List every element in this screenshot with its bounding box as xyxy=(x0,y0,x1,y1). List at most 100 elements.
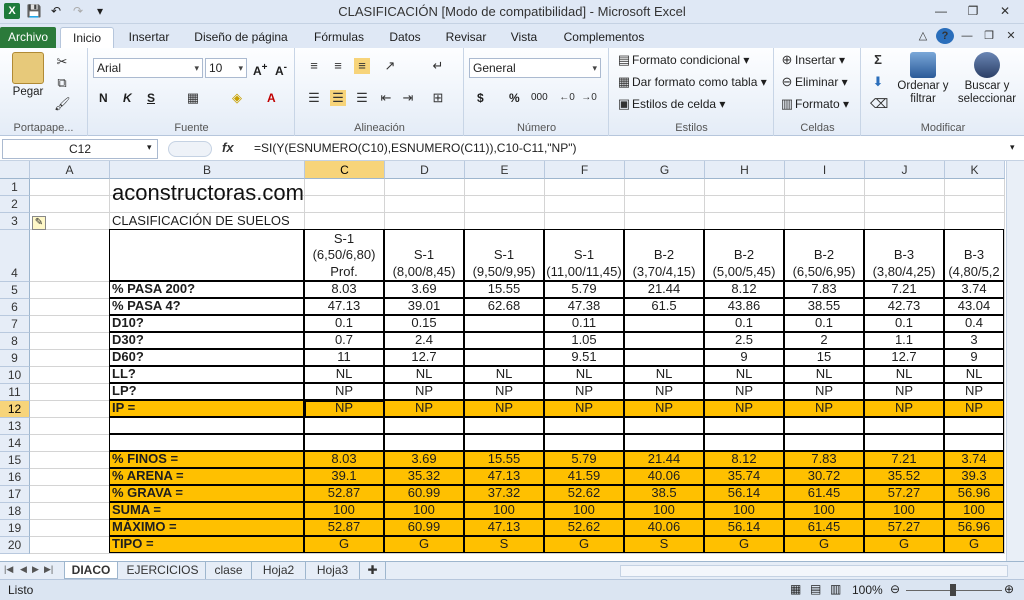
sheet-title-cell[interactable]: CLASIFICACIÓN DE SUELOS xyxy=(110,213,305,230)
shrink-font-button[interactable]: A- xyxy=(275,60,287,79)
percent-button[interactable]: % xyxy=(509,90,520,106)
grid-cell[interactable] xyxy=(30,452,110,469)
value-cell[interactable]: 62.68 xyxy=(464,298,544,315)
row-header-14[interactable]: 14 xyxy=(0,435,30,452)
value-cell[interactable]: 7.21 xyxy=(864,451,944,468)
row-label-8[interactable]: D30? xyxy=(109,332,304,349)
row-header-3[interactable]: 3 xyxy=(0,213,30,230)
row-header-16[interactable]: 16 xyxy=(0,469,30,486)
restore-button[interactable]: ❐ xyxy=(958,2,988,20)
grid-cell[interactable] xyxy=(705,196,785,213)
row-header-13[interactable]: 13 xyxy=(0,418,30,435)
value-cell[interactable]: 8.03 xyxy=(304,281,384,298)
row-header-5[interactable]: 5 xyxy=(0,282,30,299)
cell-styles-button[interactable]: ▣ Estilos de celda ▾ xyxy=(616,96,726,112)
value-cell[interactable]: 56.96 xyxy=(944,485,1004,502)
empty-cell[interactable] xyxy=(109,417,304,434)
align-top-icon[interactable]: ≡ xyxy=(306,58,322,74)
number-format-select[interactable]: General xyxy=(469,58,601,78)
close-button[interactable]: ✕ xyxy=(990,2,1020,20)
value-cell[interactable]: NP xyxy=(544,383,624,400)
font-color-button[interactable]: A xyxy=(267,90,276,106)
sheet-tab-hoja2[interactable]: Hoja2 xyxy=(252,562,306,579)
decrease-indent-icon[interactable]: ⇤ xyxy=(378,90,394,106)
value-cell[interactable]: 12.7 xyxy=(384,349,464,366)
row-label-17[interactable]: % GRAVA = xyxy=(109,485,304,502)
grid-cell[interactable] xyxy=(625,196,705,213)
value-cell[interactable]: 11 xyxy=(304,349,384,366)
value-cell[interactable]: 1.05 xyxy=(544,332,624,349)
value-cell[interactable]: 100 xyxy=(944,502,1004,519)
value-cell[interactable]: NP xyxy=(384,383,464,400)
align-bottom-icon[interactable]: ≡ xyxy=(354,58,370,74)
conditional-format-button[interactable]: ▤ Formato condicional ▾ xyxy=(616,52,750,68)
tab-vista[interactable]: Vista xyxy=(500,27,548,48)
value-cell[interactable]: 7.83 xyxy=(784,281,864,298)
column-header-f[interactable]: F xyxy=(545,161,625,179)
grid-cell[interactable] xyxy=(30,469,110,486)
column-header-d[interactable]: D xyxy=(385,161,465,179)
align-right-icon[interactable]: ☰ xyxy=(354,90,370,106)
grid-cell[interactable] xyxy=(30,282,110,299)
column-header-c[interactable]: C xyxy=(305,161,385,179)
value-cell[interactable]: 0.1 xyxy=(304,315,384,332)
value-cell[interactable]: NP xyxy=(944,400,1004,417)
value-cell[interactable]: 12.7 xyxy=(864,349,944,366)
value-cell[interactable]: 3.74 xyxy=(944,451,1004,468)
save-icon[interactable]: 💾 xyxy=(26,3,42,19)
value-cell[interactable]: 0.1 xyxy=(864,315,944,332)
name-box-dropdown-icon[interactable]: ▾ xyxy=(147,142,152,153)
empty-cell[interactable] xyxy=(464,417,544,434)
value-cell[interactable]: 15 xyxy=(784,349,864,366)
grid-cell[interactable] xyxy=(30,435,110,452)
value-cell[interactable]: 42.73 xyxy=(864,298,944,315)
value-cell[interactable]: NP xyxy=(464,400,544,417)
value-cell[interactable]: 1.1 xyxy=(864,332,944,349)
grid-cell[interactable] xyxy=(545,179,625,196)
value-cell[interactable]: 60.99 xyxy=(384,519,464,536)
orientation-icon[interactable]: ↗ xyxy=(382,58,398,74)
value-cell[interactable]: 56.96 xyxy=(944,519,1004,536)
row-header-10[interactable]: 10 xyxy=(0,367,30,384)
row-header-9[interactable]: 9 xyxy=(0,350,30,367)
value-cell[interactable]: G xyxy=(704,536,784,553)
page-break-view-icon[interactable]: ▥ xyxy=(830,582,841,596)
tab-revisar[interactable]: Revisar xyxy=(440,27,492,48)
grid-cell[interactable] xyxy=(30,333,110,350)
bold-button[interactable]: N xyxy=(99,90,108,106)
value-cell[interactable]: 41.59 xyxy=(544,468,624,485)
value-cell[interactable]: 52.87 xyxy=(304,519,384,536)
sample-header-cell[interactable]: S-1 (9,50/9,95) xyxy=(464,229,544,281)
value-cell[interactable]: 52.62 xyxy=(544,519,624,536)
align-middle-icon[interactable]: ≡ xyxy=(330,58,346,74)
value-cell[interactable]: NP xyxy=(624,383,704,400)
value-cell[interactable]: 2.5 xyxy=(704,332,784,349)
grid-cell[interactable] xyxy=(865,213,945,230)
row-header-4[interactable]: 4 xyxy=(0,230,30,282)
value-cell[interactable]: 39.1 xyxy=(304,468,384,485)
grow-font-button[interactable]: A+ xyxy=(253,60,268,79)
value-cell[interactable]: G xyxy=(304,536,384,553)
value-cell[interactable]: 0.4 xyxy=(944,315,1004,332)
grid-cell[interactable] xyxy=(945,196,1005,213)
insert-cells-button[interactable]: ⊕ Insertar ▾ xyxy=(779,52,846,68)
value-cell[interactable]: NL xyxy=(864,366,944,383)
sample-header-cell[interactable]: B-3 (4,80/5,2 xyxy=(944,229,1004,281)
empty-cell[interactable] xyxy=(864,417,944,434)
empty-cell[interactable] xyxy=(704,417,784,434)
doc-close-icon[interactable]: ✕ xyxy=(1002,28,1020,44)
value-cell[interactable]: 56.14 xyxy=(704,485,784,502)
tab-formulas[interactable]: Fórmulas xyxy=(304,27,374,48)
grid-cell[interactable] xyxy=(30,299,110,316)
grid-cell[interactable] xyxy=(625,213,705,230)
value-cell[interactable]: 61.5 xyxy=(624,298,704,315)
grid-cell[interactable] xyxy=(785,213,865,230)
value-cell[interactable]: 60.99 xyxy=(384,485,464,502)
grid-cell[interactable] xyxy=(30,196,110,213)
paste-button[interactable]: Pegar xyxy=(6,52,50,99)
row-header-19[interactable]: 19 xyxy=(0,520,30,537)
grid-cell[interactable] xyxy=(30,418,110,435)
value-cell[interactable]: 40.06 xyxy=(624,468,704,485)
grid-cell[interactable] xyxy=(545,213,625,230)
tab-insertar[interactable]: Insertar xyxy=(120,27,178,48)
